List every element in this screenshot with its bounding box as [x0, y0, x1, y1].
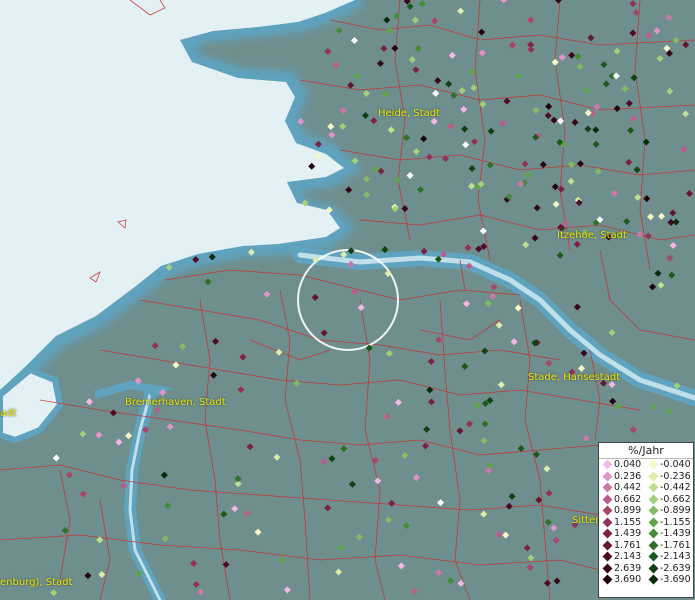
town-label-itzehoe: Itzehoe, Stadt — [557, 230, 627, 241]
legend-swatch-positive — [602, 540, 613, 551]
legend-swatch-positive — [602, 494, 613, 505]
town-label-bremerhaven: Bremerhaven, Stadt — [125, 397, 226, 408]
legend-swatch-negative — [648, 574, 659, 585]
legend-value-negative: -0.236 — [660, 470, 691, 482]
legend-swatch-positive — [602, 563, 613, 574]
legend-swatch-negative — [648, 517, 659, 528]
legend-row: 0.040 -0.040 — [599, 459, 693, 471]
legend-value-negative: -1.155 — [660, 516, 691, 528]
legend-value-positive: 0.040 — [614, 459, 642, 470]
legend-swatch-positive — [602, 551, 613, 562]
legend-value-positive: 0.662 — [614, 493, 642, 505]
legend-row: 0.662 -0.662 — [599, 494, 693, 506]
legend-swatch-positive — [602, 528, 613, 539]
legend-value-positive: 1.761 — [614, 539, 642, 551]
legend-value-positive: 0.899 — [614, 505, 642, 516]
legend-swatch-negative — [648, 482, 659, 493]
legend-title: %/Jahr — [599, 443, 693, 459]
legend-swatch-negative — [648, 494, 659, 505]
legend-value-negative: -1.439 — [660, 528, 691, 539]
legend-value-negative: -0.442 — [660, 482, 691, 493]
legend-swatch-negative — [648, 563, 659, 574]
map-canvas[interactable] — [0, 0, 695, 600]
legend-swatch-negative — [648, 505, 659, 516]
legend-row: 0.236 -0.236 — [599, 471, 693, 483]
legend-value-positive: 0.236 — [614, 470, 642, 482]
legend-value-positive: 0.442 — [614, 482, 642, 493]
legend-swatch-negative — [648, 551, 659, 562]
legend-value-negative: -2.639 — [660, 562, 691, 574]
legend-value-positive: 3.690 — [614, 574, 642, 585]
legend-rows: 0.040 -0.040 0.236 -0.236 0.442 -0.442 0.662 -0… — [599, 459, 693, 586]
legend-value-negative: -1.761 — [660, 539, 691, 551]
legend-value-positive: 1.155 — [614, 516, 642, 528]
legend-swatch-positive — [602, 482, 613, 493]
legend-swatch-positive — [602, 471, 613, 482]
legend-row: 0.442 -0.442 — [599, 482, 693, 494]
legend-value-negative: -0.040 — [660, 459, 691, 470]
legend-row: 3.690 -3.690 — [599, 574, 693, 586]
legend-swatch-negative — [648, 528, 659, 539]
legend-swatch-negative — [648, 459, 659, 470]
legend-value-positive: 2.143 — [614, 551, 642, 562]
town-label-enburg: enburg), Stadt — [0, 577, 73, 588]
legend-value-negative: -0.662 — [660, 493, 691, 505]
legend-row: 2.639 -2.639 — [599, 563, 693, 575]
legend-row: 0.899 -0.899 — [599, 505, 693, 517]
legend-value-positive: 1.439 — [614, 528, 642, 539]
legend-value-negative: -2.143 — [660, 551, 691, 562]
legend-row: 1.155 -1.155 — [599, 517, 693, 529]
legend-value-positive: 2.639 — [614, 562, 642, 574]
legend-swatch-positive — [602, 459, 613, 470]
town-label-stade: Stade, Hansestadt — [528, 372, 621, 383]
legend-value-negative: -0.899 — [660, 505, 691, 516]
map-legend: %/Jahr 0.040 -0.040 0.236 -0.236 0.442 -0.442… — [598, 442, 694, 598]
legend-row: 1.761 -1.761 — [599, 540, 693, 552]
town-label-heide: Heide, Stadt — [378, 108, 440, 119]
legend-value-negative: -3.690 — [660, 574, 691, 585]
town-label-edge: adt — [0, 408, 17, 419]
legend-row: 2.143 -2.143 — [599, 551, 693, 563]
legend-swatch-positive — [602, 505, 613, 516]
legend-row: 1.439 -1.439 — [599, 528, 693, 540]
legend-swatch-negative — [648, 540, 659, 551]
legend-swatch-negative — [648, 471, 659, 482]
legend-swatch-positive — [602, 517, 613, 528]
legend-swatch-positive — [602, 574, 613, 585]
